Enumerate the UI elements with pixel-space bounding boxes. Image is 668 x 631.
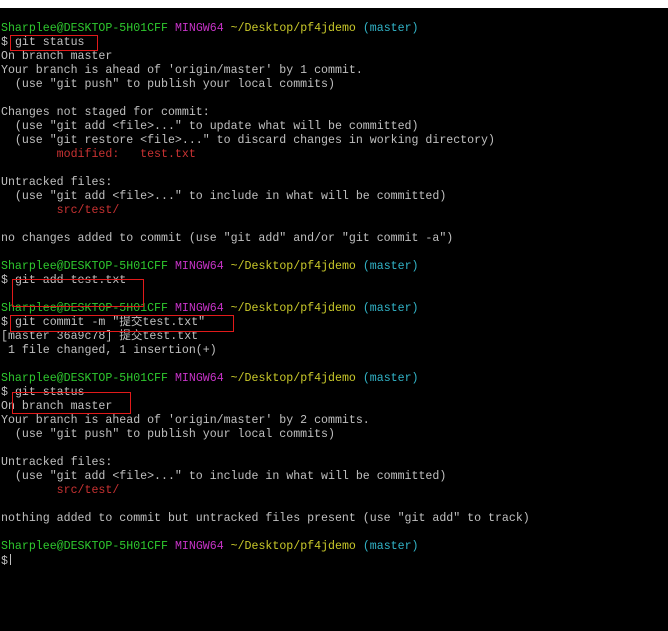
prompt-path: ~/Desktop/pf4jdemo xyxy=(230,302,356,315)
prompt-user: Sharplee@DESKTOP-5H01CFF xyxy=(1,260,168,273)
prompt-line: Sharplee@DESKTOP-5H01CFF MINGW64 ~/Deskt… xyxy=(1,22,419,36)
command-line: $ git status xyxy=(1,36,85,50)
output-line: (use "git push" to publish your local co… xyxy=(1,428,335,441)
command-text: git commit -m "提交test.txt" xyxy=(14,316,206,329)
output-line: (use "git add <file>..." to include in w… xyxy=(1,470,447,483)
output-line: (use "git add <file>..." to update what … xyxy=(1,120,419,133)
command-line: $ git status xyxy=(1,386,85,400)
output-line: Your branch is ahead of 'origin/master' … xyxy=(1,414,370,427)
prompt-symbol: $ xyxy=(1,36,8,49)
output-line: (use "git restore <file>..." to discard … xyxy=(1,134,495,147)
prompt-symbol: $ xyxy=(1,555,8,568)
terminal-window[interactable]: Sharplee@DESKTOP-5H01CFF MINGW64 ~/Deskt… xyxy=(0,8,668,631)
output-line: On branch master xyxy=(1,50,113,63)
prompt-branch: (master) xyxy=(362,372,419,385)
output-line: nothing added to commit but untracked fi… xyxy=(1,512,530,525)
prompt-system: MINGW64 xyxy=(174,372,224,385)
output-line: Untracked files: xyxy=(1,456,113,469)
prompt-symbol: $ xyxy=(1,316,8,329)
prompt-system: MINGW64 xyxy=(174,260,224,273)
prompt-path: ~/Desktop/pf4jdemo xyxy=(230,372,356,385)
prompt-symbol: $ xyxy=(1,274,8,287)
prompt-branch: (master) xyxy=(362,260,419,273)
prompt-user: Sharplee@DESKTOP-5H01CFF xyxy=(1,302,168,315)
prompt-branch: (master) xyxy=(362,302,419,315)
prompt-line: Sharplee@DESKTOP-5H01CFF MINGW64 ~/Deskt… xyxy=(1,372,419,386)
prompt-path: ~/Desktop/pf4jdemo xyxy=(230,260,356,273)
prompt-line: Sharplee@DESKTOP-5H01CFF MINGW64 ~/Deskt… xyxy=(1,302,419,316)
prompt-branch: (master) xyxy=(362,22,419,35)
output-line: (use "git add <file>..." to include in w… xyxy=(1,190,447,203)
prompt-system: MINGW64 xyxy=(174,22,224,35)
prompt-symbol: $ xyxy=(1,386,8,399)
command-text: git status xyxy=(14,36,85,49)
untracked-file-line: src/test/ xyxy=(1,484,120,497)
output-line: On branch master xyxy=(1,400,113,413)
output-line: Changes not staged for commit: xyxy=(1,106,210,119)
prompt-line: Sharplee@DESKTOP-5H01CFF MINGW64 ~/Deskt… xyxy=(1,260,419,274)
command-line: $ git add test.txt xyxy=(1,274,126,288)
untracked-file-line: src/test/ xyxy=(1,204,120,217)
input-line[interactable]: $ xyxy=(1,554,11,568)
prompt-path: ~/Desktop/pf4jdemo xyxy=(230,540,356,553)
output-line: Your branch is ahead of 'origin/master' … xyxy=(1,64,363,77)
prompt-user: Sharplee@DESKTOP-5H01CFF xyxy=(1,372,168,385)
output-line: no changes added to commit (use "git add… xyxy=(1,232,454,245)
prompt-user: Sharplee@DESKTOP-5H01CFF xyxy=(1,22,168,35)
prompt-branch: (master) xyxy=(362,540,419,553)
prompt-system: MINGW64 xyxy=(174,540,224,553)
output-line: (use "git push" to publish your local co… xyxy=(1,78,335,91)
prompt-user: Sharplee@DESKTOP-5H01CFF xyxy=(1,540,168,553)
command-line: $ git commit -m "提交test.txt" xyxy=(1,316,205,330)
output-line: 1 file changed, 1 insertion(+) xyxy=(1,344,217,357)
modified-file-line: modified: test.txt xyxy=(1,148,196,161)
text-cursor xyxy=(9,554,11,565)
command-text: git add test.txt xyxy=(14,274,127,287)
output-line: [master 36a9c78] 提交test.txt xyxy=(1,330,199,343)
prompt-line: Sharplee@DESKTOP-5H01CFF MINGW64 ~/Deskt… xyxy=(1,540,419,554)
prompt-system: MINGW64 xyxy=(174,302,224,315)
command-text: git status xyxy=(14,386,85,399)
output-line: Untracked files: xyxy=(1,176,113,189)
prompt-path: ~/Desktop/pf4jdemo xyxy=(230,22,356,35)
